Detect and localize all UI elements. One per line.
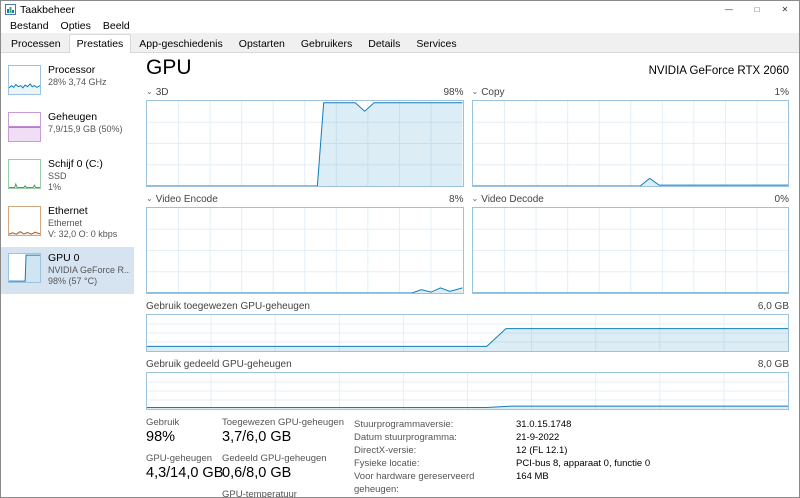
sidebar-item-title: Ethernet	[48, 205, 88, 217]
chart-title: Video Decode	[481, 193, 544, 205]
content-area: Processor 28% 3,74 GHz Geheugen 7,9/15,9…	[1, 53, 799, 498]
gpu-mini-chart	[8, 253, 41, 283]
engine-selector-video-encode[interactable]: ⌄ Video Encode	[146, 194, 218, 205]
tab-prestaties[interactable]: Prestaties	[68, 34, 132, 53]
detail-fysieke-locatie: Fysieke locatie: PCI-bus 8, apparaat 0, …	[354, 458, 651, 469]
chart-current-value: 0%	[774, 193, 789, 205]
gpu-stats: Gebruik 98% GPU-geheugen 4,3/14,0 GB Toe…	[146, 417, 789, 498]
tabbar: Processen Prestaties App-geschiedenis Op…	[1, 33, 799, 53]
chart-current-value: 98%	[443, 86, 464, 98]
sidebar-item-detail: SSD	[48, 171, 67, 181]
gpu-details: Stuurprogrammaversie: 31.0.15.1748 Datum…	[354, 417, 789, 497]
sidebar-item-detail: 1%	[48, 182, 62, 192]
ethernet-mini-chart	[8, 206, 41, 236]
tab-processen[interactable]: Processen	[3, 34, 69, 53]
chart-shared-memory: Gebruik gedeeld GPU-geheugen 8,0 GB	[146, 357, 789, 410]
tab-opstarten[interactable]: Opstarten	[231, 34, 293, 53]
sidebar-item-title: GPU 0	[48, 252, 80, 264]
window-controls: — □ ✕	[715, 1, 799, 18]
menu-opties[interactable]: Opties	[55, 20, 97, 32]
chart-title: Copy	[481, 86, 505, 98]
sidebar-item-geheugen[interactable]: Geheugen 7,9/15,9 GB (50%)	[1, 106, 134, 153]
taskmanager-window: Taakbeheer — □ ✕ Bestand Opties Beeld Pr…	[0, 0, 800, 498]
app-icon	[5, 4, 16, 15]
chevron-down-icon: ⌄	[146, 194, 153, 203]
detail-stuurprogrammaversie: Stuurprogrammaversie: 31.0.15.1748	[354, 419, 572, 430]
tab-services[interactable]: Services	[408, 34, 464, 53]
chevron-down-icon: ⌄	[146, 87, 153, 96]
window-title: Taakbeheer	[20, 3, 75, 16]
sidebar-item-title: Processor	[48, 64, 96, 76]
performance-sidebar: Processor 28% 3,74 GHz Geheugen 7,9/15,9…	[1, 53, 134, 497]
disk-mini-chart	[8, 159, 41, 189]
sidebar-item-title: Schijf 0 (C:)	[48, 158, 103, 170]
sidebar-item-processor[interactable]: Processor 28% 3,74 GHz	[1, 59, 134, 106]
tab-gebruikers[interactable]: Gebruikers	[293, 34, 360, 53]
menubar: Bestand Opties Beeld	[1, 18, 799, 33]
chart-title: Video Encode	[155, 193, 218, 205]
sidebar-item-detail: V: 32,0 O: 0 kbps	[48, 229, 118, 239]
detail-directx-versie: DirectX-versie: 12 (FL 12.1)	[354, 445, 568, 456]
tab-app-geschiedenis[interactable]: App-geschiedenis	[131, 34, 230, 53]
chart-video-encode-plot	[146, 207, 464, 294]
engine-selector-video-decode[interactable]: ⌄ Video Decode	[472, 194, 544, 205]
stat-gpu-temperatuur: GPU-temperatuur 57 °C	[222, 489, 297, 498]
maximize-button[interactable]: □	[743, 1, 771, 18]
detail-gereserveerd-geheugen: Voor hardware gereserveerd geheugen: 164…	[354, 471, 549, 495]
gpu-device-name: NVIDIA GeForce RTX 2060	[648, 65, 789, 77]
sidebar-item-schijf-0[interactable]: Schijf 0 (C:) SSD 1%	[1, 153, 134, 200]
sidebar-item-detail: 28% 3,74 GHz	[48, 77, 107, 87]
chart-copy-plot	[471, 100, 789, 187]
sidebar-item-detail: Ethernet	[48, 218, 83, 228]
chart-current-value: 1%	[774, 86, 789, 98]
stat-gpu-geheugen: GPU-geheugen 4,3/14,0 GB	[146, 453, 224, 481]
sidebar-item-ethernet[interactable]: Ethernet Ethernet V: 32,0 O: 0 kbps	[1, 200, 134, 247]
chart-title: 3D	[155, 86, 169, 98]
sidebar-item-gpu-0[interactable]: GPU 0 NVIDIA GeForce R... 98% (57 °C)	[1, 247, 134, 294]
detail-datum-stuurprogramma: Datum stuurprogramma: 21-9-2022	[354, 432, 560, 443]
sidebar-item-title: Geheugen	[48, 111, 98, 123]
close-button[interactable]: ✕	[771, 1, 799, 18]
chart-copy: ⌄ Copy 1%	[471, 85, 789, 187]
chart-title: Gebruik toegewezen GPU-geheugen	[146, 300, 310, 312]
chart-title: Gebruik gedeeld GPU-geheugen	[146, 358, 292, 370]
tab-details[interactable]: Details	[360, 34, 408, 53]
memory-mini-chart	[8, 112, 41, 142]
gpu-performance-pane: GPU NVIDIA GeForce RTX 2060 ⌄ 3D 98% ⌄ C…	[134, 53, 799, 498]
engine-selector-copy[interactable]: ⌄ Copy	[472, 87, 505, 98]
menu-beeld[interactable]: Beeld	[97, 20, 136, 32]
chart-dedicated-memory: Gebruik toegewezen GPU-geheugen 6,0 GB	[146, 299, 789, 352]
sidebar-item-detail: NVIDIA GeForce R...	[48, 265, 130, 275]
chart-axis-max: 6,0 GB	[757, 300, 789, 312]
chart-3d-plot	[146, 100, 464, 187]
chart-current-value: 8%	[449, 193, 464, 205]
chevron-down-icon: ⌄	[471, 87, 479, 96]
sidebar-item-detail: 7,9/15,9 GB (50%)	[48, 124, 123, 134]
sidebar-item-detail: 98% (57 °C)	[48, 276, 98, 286]
main-header: GPU NVIDIA GeForce RTX 2060	[146, 56, 789, 80]
chart-video-decode-plot	[471, 207, 789, 294]
stat-toegewezen-geheugen: Toegewezen GPU-geheugen 3,7/6,0 GB	[222, 417, 345, 445]
chart-axis-max: 8,0 GB	[757, 358, 789, 370]
chevron-down-icon: ⌄	[471, 194, 479, 203]
chart-video-decode: ⌄ Video Decode 0%	[471, 192, 789, 294]
menu-bestand[interactable]: Bestand	[4, 20, 55, 32]
stat-gedeeld-geheugen: Gedeeld GPU-geheugen 0,6/8,0 GB	[222, 453, 327, 481]
processor-mini-chart	[8, 65, 41, 95]
minimize-button[interactable]: —	[715, 1, 743, 18]
charts-grid: ⌄ 3D 98% ⌄ Copy 1% ⌄ Video Encode 8% ⌄ V…	[146, 85, 789, 410]
chart-dedicated-memory-plot	[146, 314, 789, 352]
chart-video-encode: ⌄ Video Encode 8%	[146, 192, 464, 294]
engine-selector-3d[interactable]: ⌄ 3D	[146, 87, 169, 98]
chart-shared-memory-plot	[146, 372, 789, 410]
titlebar: Taakbeheer — □ ✕	[1, 1, 799, 18]
stat-gebruik: Gebruik 98%	[146, 417, 180, 445]
chart-3d: ⌄ 3D 98%	[146, 85, 464, 187]
page-title: GPU	[146, 56, 192, 79]
